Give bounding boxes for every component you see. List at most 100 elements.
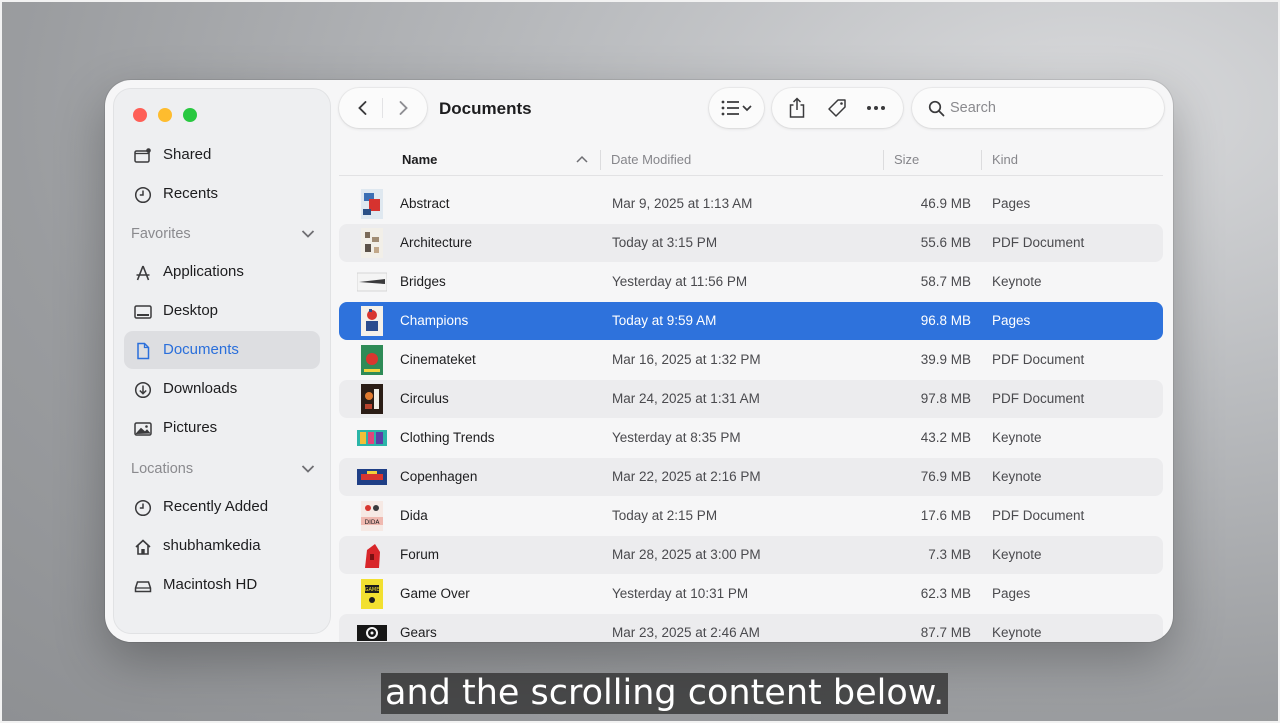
table-row[interactable]: GAME Game Over Yesterday at 10:31 PM 62.… [339, 575, 1163, 613]
table-row[interactable]: Clothing Trends Yesterday at 8:35 PM 43.… [339, 419, 1163, 457]
clock-icon [134, 499, 152, 517]
file-thumbnail-icon [357, 272, 387, 292]
more-icon[interactable] [866, 105, 886, 111]
close-window-button[interactable] [133, 108, 147, 122]
file-date: Mar 9, 2025 at 1:13 AM [612, 196, 753, 211]
file-size: 76.9 MB [920, 469, 971, 484]
file-thumbnail-icon [361, 228, 383, 258]
sidebar-item-applications[interactable]: Applications [124, 253, 320, 291]
zoom-window-button[interactable] [183, 108, 197, 122]
column-header-name[interactable]: Name [402, 152, 437, 167]
photo-icon [134, 422, 152, 436]
locations-heading: Locations [131, 461, 194, 477]
file-date: Today at 9:59 AM [612, 313, 717, 328]
file-size: 55.6 MB [920, 235, 971, 250]
chevron-down-icon[interactable] [301, 464, 315, 474]
disk-icon [134, 581, 152, 593]
file-thumbnail-icon [361, 189, 383, 219]
sidebar: Shared Recents Favorites Applications De… [113, 88, 331, 634]
sidebar-item-label: Shared [163, 146, 212, 163]
chevron-down-icon[interactable] [301, 229, 315, 239]
table-row[interactable]: Gears Mar 23, 2025 at 2:46 AM 87.7 MB Ke… [339, 614, 1163, 642]
file-kind: Keynote [992, 274, 1042, 289]
file-thumbnail-icon [361, 306, 383, 336]
tag-icon[interactable] [827, 98, 847, 118]
file-date: Yesterday at 10:31 PM [612, 586, 749, 601]
file-size: 62.3 MB [920, 586, 971, 601]
file-thumbnail-icon: GAME [361, 579, 383, 609]
file-date: Mar 24, 2025 at 1:31 AM [612, 391, 760, 406]
file-size: 17.6 MB [920, 508, 971, 523]
file-kind: Keynote [992, 469, 1042, 484]
column-header-date[interactable]: Date Modified [611, 152, 691, 167]
sidebar-item-label: Recents [163, 185, 219, 202]
sidebar-item-home[interactable]: shubhamkedia [124, 527, 320, 565]
share-icon[interactable] [788, 97, 806, 119]
file-name: Clothing Trends [400, 430, 495, 445]
document-icon [137, 342, 150, 360]
sidebar-item-label: Recently Added [163, 498, 269, 515]
table-row[interactable]: Abstract Mar 9, 2025 at 1:13 AM 46.9 MB … [339, 185, 1163, 223]
sidebar-item-shared[interactable]: Shared [124, 136, 320, 174]
file-size: 46.9 MB [920, 196, 971, 211]
file-kind: Keynote [992, 430, 1042, 445]
sort-ascending-icon[interactable] [576, 155, 588, 163]
file-thumbnail-icon [357, 469, 387, 485]
file-date: Yesterday at 11:56 PM [612, 274, 748, 289]
table-row[interactable]: Architecture Today at 3:15 PM 55.6 MB PD… [339, 224, 1163, 262]
file-date: Mar 22, 2025 at 2:16 PM [612, 469, 761, 484]
file-size: 7.3 MB [928, 547, 971, 562]
file-kind: PDF Document [992, 352, 1085, 367]
table-row[interactable]: Cinemateket Mar 16, 2025 at 1:32 PM 39.9… [339, 341, 1163, 379]
favorites-heading: Favorites [131, 226, 191, 242]
sidebar-item-documents[interactable]: Documents [124, 331, 320, 369]
file-date: Today at 3:15 PM [612, 235, 718, 250]
back-icon[interactable] [355, 100, 371, 116]
table-row[interactable]: Circulus Mar 24, 2025 at 1:31 AM 97.8 MB… [339, 380, 1163, 418]
file-kind: Keynote [992, 625, 1042, 640]
file-name: Cinemateket [400, 352, 476, 367]
column-header-kind[interactable]: Kind [992, 152, 1018, 167]
finder-window: Shared Recents Favorites Applications De… [105, 80, 1173, 642]
column-header-size[interactable]: Size [894, 152, 919, 167]
sidebar-item-downloads[interactable]: Downloads [124, 370, 320, 408]
file-size: 96.8 MB [920, 313, 971, 328]
table-row[interactable]: Copenhagen Mar 22, 2025 at 2:16 PM 76.9 … [339, 458, 1163, 496]
sidebar-item-label: Applications [163, 263, 244, 280]
sidebar-item-desktop[interactable]: Desktop [124, 292, 320, 330]
download-icon [134, 381, 152, 399]
file-thumbnail-icon: DIDA [361, 501, 383, 531]
file-thumbnail-icon [365, 544, 380, 568]
table-row-selected[interactable]: Champions Today at 9:59 AM 96.8 MB Pages [339, 302, 1163, 340]
file-name: Architecture [400, 235, 473, 250]
sidebar-item-label: Documents [163, 341, 239, 358]
view-options-button[interactable] [709, 88, 764, 128]
svg-text:GAME: GAME [365, 587, 380, 593]
search-placeholder: Search [950, 100, 996, 116]
file-name: Champions [400, 313, 469, 328]
table-row[interactable]: DIDA Dida Today at 2:15 PM 17.6 MB PDF D… [339, 497, 1163, 535]
file-kind: Pages [992, 313, 1031, 328]
svg-text:DIDA: DIDA [364, 519, 380, 526]
table-row[interactable]: Forum Mar 28, 2025 at 3:00 PM 7.3 MB Key… [339, 536, 1163, 574]
forward-icon[interactable] [395, 100, 411, 116]
file-name: Circulus [400, 391, 449, 406]
actions-pill [772, 88, 903, 128]
file-kind: PDF Document [992, 235, 1085, 250]
window-title: Documents [439, 99, 532, 118]
minimize-window-button[interactable] [158, 108, 172, 122]
file-name: Abstract [400, 196, 450, 211]
file-name: Copenhagen [400, 469, 478, 484]
file-size: 43.2 MB [920, 430, 971, 445]
desktop-icon [134, 305, 152, 319]
sidebar-item-label: Downloads [163, 380, 238, 397]
sidebar-item-macintosh-hd[interactable]: Macintosh HD [124, 566, 320, 604]
sidebar-item-pictures[interactable]: Pictures [124, 409, 320, 447]
file-name: Bridges [400, 274, 446, 289]
sidebar-item-recently-added[interactable]: Recently Added [124, 488, 320, 526]
file-thumbnail-icon [361, 345, 383, 375]
sidebar-item-recents[interactable]: Recents [124, 175, 320, 213]
file-name: Gears [400, 625, 437, 640]
table-row[interactable]: Bridges Yesterday at 11:56 PM 58.7 MB Ke… [339, 263, 1163, 301]
file-kind: Pages [992, 586, 1031, 601]
